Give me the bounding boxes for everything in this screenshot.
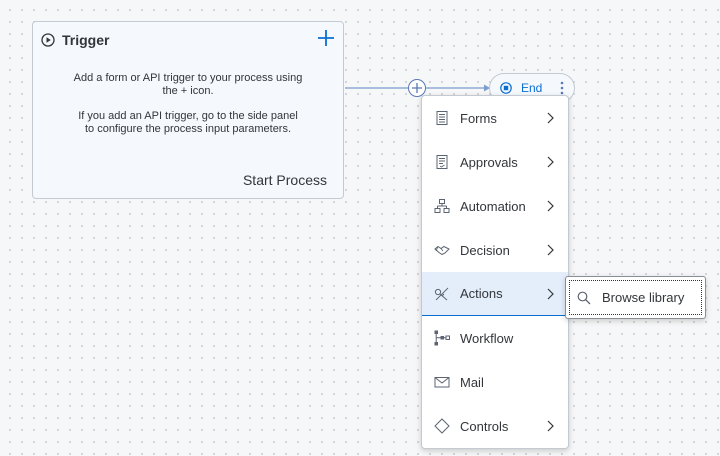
chevron-right-icon	[547, 288, 554, 299]
menu-item-label: Controls	[460, 418, 509, 434]
menu-item-controls[interactable]: Controls	[422, 404, 568, 448]
actions-submenu: Browse library	[565, 276, 706, 319]
stop-circle-icon	[500, 82, 512, 94]
menu-item-mail[interactable]: Mail	[422, 360, 568, 404]
menu-item-approvals[interactable]: Approvals	[422, 140, 568, 184]
search-icon	[577, 291, 591, 304]
chevron-right-icon	[547, 200, 554, 212]
menu-item-decision[interactable]: Decision	[422, 228, 568, 272]
workflow-icon	[434, 330, 450, 346]
controls-icon	[434, 418, 450, 434]
chevron-right-icon	[547, 112, 554, 124]
menu-item-label: Automation	[460, 198, 526, 214]
menu-item-label: Forms	[460, 110, 497, 126]
menu-item-automation[interactable]: Automation	[422, 184, 568, 228]
menu-item-label: Workflow	[460, 330, 514, 346]
approval-icon	[436, 155, 448, 169]
menu-item-actions[interactable]: Actions	[422, 272, 568, 316]
vertical-ellipsis-icon[interactable]	[560, 81, 564, 95]
chevron-right-icon	[547, 156, 554, 168]
chevron-right-icon	[547, 420, 554, 432]
menu-item-label: Actions	[460, 286, 503, 301]
connector-line	[345, 84, 490, 92]
browse-library-item[interactable]: Browse library	[569, 280, 702, 315]
decision-icon	[434, 245, 450, 256]
end-label: End	[521, 81, 543, 95]
plus-icon	[412, 83, 422, 93]
menu-item-label: Decision	[460, 242, 510, 258]
form-icon	[436, 111, 448, 125]
menu-item-label: Approvals	[460, 154, 518, 170]
automation-icon	[434, 199, 450, 213]
menu-item-forms[interactable]: Forms	[422, 96, 568, 140]
chevron-right-icon	[547, 244, 554, 256]
add-step-menu: Forms Approvals Automation Decision Acti…	[421, 95, 569, 449]
actions-icon	[434, 287, 449, 300]
menu-item-workflow[interactable]: Workflow	[422, 316, 568, 360]
browse-library-label: Browse library	[602, 290, 685, 305]
menu-item-label: Mail	[460, 374, 484, 390]
mail-icon	[434, 377, 450, 388]
